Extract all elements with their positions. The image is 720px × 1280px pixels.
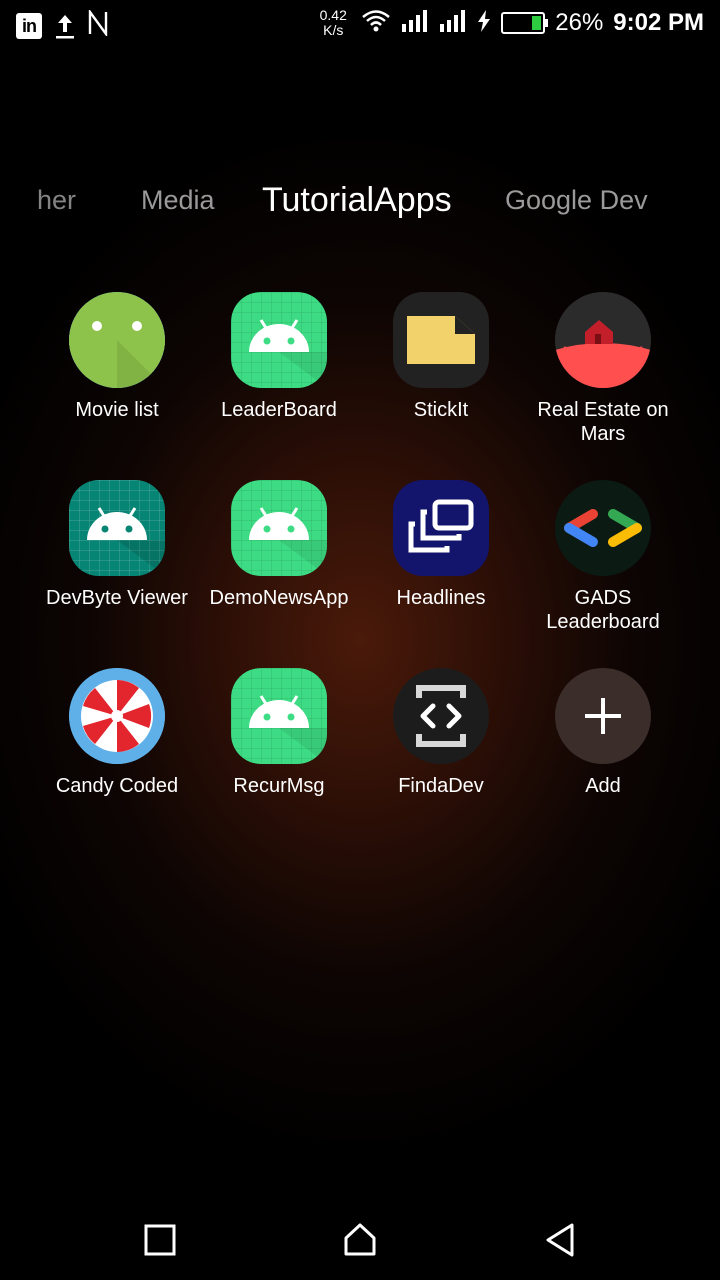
signal-icon <box>401 9 429 37</box>
app-label: GADS Leaderboard <box>546 587 660 633</box>
mars-house-icon <box>555 292 651 388</box>
status-bar-right: 0.42 K/s 26% 9:02 PM <box>315 8 704 38</box>
app-label: StickIt <box>413 399 469 421</box>
app-candy-coded[interactable]: Candy Coded <box>36 668 198 828</box>
wifi-icon <box>361 9 391 38</box>
app-label: Add <box>585 775 621 797</box>
app-real-estate-on-mars[interactable]: Real Estate on Mars <box>522 292 684 452</box>
plus-icon <box>555 668 651 764</box>
battery-level-fill <box>531 16 542 30</box>
google-dev-brackets-icon <box>555 480 651 576</box>
battery-percent: 26% <box>555 9 604 36</box>
n-notification-icon <box>88 8 108 41</box>
app-label: Real Estate on Mars <box>537 399 669 445</box>
app-label: RecurMsg <box>233 775 325 797</box>
android-robot-icon <box>231 668 327 764</box>
clock: 9:02 PM <box>613 9 704 36</box>
app-headlines[interactable]: Headlines <box>360 480 522 640</box>
battery-icon <box>501 12 549 34</box>
code-brackets-icon <box>393 668 489 764</box>
android-robot-icon <box>69 292 165 388</box>
app-label: Candy Coded <box>55 775 179 797</box>
home-icon[interactable] <box>340 1220 380 1260</box>
android-robot-icon <box>69 480 165 576</box>
tab-google-dev[interactable]: Google Dev <box>505 175 648 225</box>
app-devbyte-viewer[interactable]: DevByte Viewer <box>36 480 198 640</box>
peppermint-candy-icon <box>69 668 165 764</box>
upload-icon <box>54 12 76 40</box>
app-movie-list[interactable]: Movie list <box>36 292 198 452</box>
android-robot-icon <box>231 292 327 388</box>
add-app-button[interactable]: Add <box>522 668 684 828</box>
stacked-windows-icon <box>393 480 489 576</box>
app-label: DemoNewsApp <box>209 587 349 609</box>
app-findadev[interactable]: FindaDev <box>360 668 522 828</box>
network-speed-value: 0.42 <box>319 7 347 23</box>
charging-icon <box>477 9 491 38</box>
app-leaderboard[interactable]: LeaderBoard <box>198 292 360 452</box>
app-demonewsapp[interactable]: DemoNewsApp <box>198 480 360 640</box>
status-bar-left: in <box>16 8 108 41</box>
app-label: Headlines <box>396 587 486 609</box>
back-icon[interactable] <box>540 1220 580 1260</box>
app-label: DevByte Viewer <box>46 587 188 609</box>
app-label: Movie list <box>75 399 159 421</box>
app-stickit[interactable]: StickIt <box>360 292 522 452</box>
linkedin-icon: in <box>16 12 42 39</box>
app-label: LeaderBoard <box>221 399 337 421</box>
android-robot-icon <box>231 480 327 576</box>
app-grid: Movie list LeaderBoard StickIt Real Esta… <box>36 292 684 828</box>
sticky-note-icon <box>393 292 489 388</box>
status-bar: in 0.42 K/s 26% 9:02 PM <box>0 0 720 50</box>
app-label: FindaDev <box>398 775 484 797</box>
tab-media[interactable]: Media <box>141 175 215 225</box>
tab-partial[interactable]: her <box>20 175 76 225</box>
navigation-bar <box>0 1200 720 1280</box>
network-speed: 0.42 K/s <box>315 8 351 38</box>
network-speed-unit: K/s <box>323 22 344 38</box>
recents-icon[interactable] <box>140 1220 180 1260</box>
app-gads-leaderboard[interactable]: GADS Leaderboard <box>522 480 684 640</box>
folder-tabs: her Media TutorialApps Google Dev <box>0 175 720 225</box>
app-recurmsg[interactable]: RecurMsg <box>198 668 360 828</box>
tab-tutorialapps[interactable]: TutorialApps <box>262 175 452 225</box>
signal-icon <box>439 9 467 37</box>
